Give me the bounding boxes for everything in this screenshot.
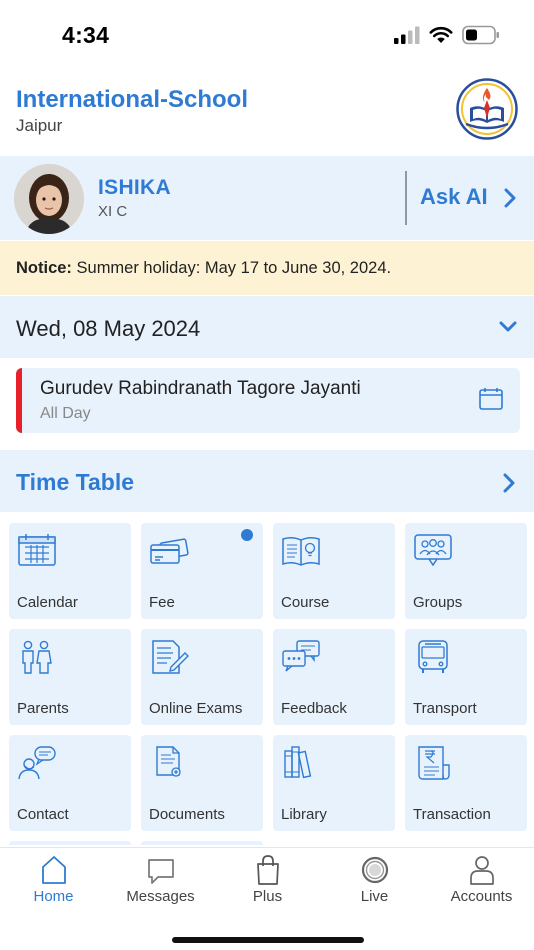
notice-banner: Notice: Summer holiday: May 17 to June 3… [0, 241, 534, 295]
school-header: International-School Jaipur [0, 78, 534, 150]
tile-transaction[interactable]: Transaction [405, 735, 527, 831]
selected-date: Wed, 08 May 2024 [16, 316, 201, 341]
tile-label: Fee [149, 594, 175, 611]
chevron-right-icon[interactable] [503, 187, 517, 209]
fee-cards-icon [150, 538, 189, 564]
tile-label: Transaction [413, 806, 491, 823]
tile-label: Groups [413, 594, 463, 611]
school-logo [456, 78, 518, 140]
tile-label: Feedback [281, 700, 347, 717]
avatar [14, 164, 84, 234]
date-selector[interactable]: Wed, 08 May 2024 [0, 296, 534, 358]
tab-label: Home [33, 888, 74, 905]
profile-divider [405, 171, 407, 225]
tab-label: Accounts [450, 888, 513, 905]
tile-label: Documents [149, 806, 225, 823]
feedback-icon [282, 640, 320, 672]
tile-label: Transport [413, 700, 477, 717]
tile-transport[interactable]: Transport [405, 629, 527, 725]
messages-icon [147, 859, 174, 884]
tile-more[interactable] [9, 841, 131, 845]
chevron-right-icon[interactable] [502, 472, 516, 494]
bottom-tab-bar: Home Messages Plus Live Accounts [0, 847, 534, 950]
event-card[interactable]: Gurudev Rabindranath Tagore Jayanti All … [16, 368, 520, 433]
tile-more[interactable] [141, 841, 263, 845]
status-bar: 4:34 [0, 0, 534, 70]
tile-library[interactable]: Library [273, 735, 395, 831]
parents-icon [22, 640, 52, 674]
account-icon [469, 856, 494, 885]
groups-icon [414, 534, 452, 567]
school-name: International-School [16, 86, 249, 113]
contact-icon [18, 746, 56, 780]
tile-label: Parents [17, 700, 69, 717]
notification-badge [241, 529, 253, 541]
battery-icon [462, 25, 499, 45]
shopping-bag-icon [256, 855, 279, 885]
ask-ai-button[interactable]: Ask AI [420, 184, 488, 210]
timetable-bar[interactable]: Time Table [0, 450, 534, 512]
tab-accounts[interactable]: Accounts [428, 848, 534, 918]
tile-documents[interactable]: Documents [141, 735, 263, 831]
home-icon [41, 856, 66, 884]
notice-prefix: Notice: [16, 259, 72, 277]
transaction-receipt-icon [418, 746, 450, 780]
feature-grid: Calendar Fee Course Groups Parents Onlin… [9, 523, 529, 845]
tile-fee[interactable]: Fee [141, 523, 263, 619]
documents-icon [156, 746, 181, 777]
timetable-title: Time Table [16, 469, 135, 495]
online-exams-icon [152, 640, 189, 674]
student-class: XI C [98, 203, 128, 220]
tile-label: Library [281, 806, 327, 823]
tab-label: Plus [252, 888, 283, 905]
tab-home[interactable]: Home [0, 848, 107, 918]
tile-label: Calendar [17, 594, 78, 611]
chevron-down-icon[interactable] [498, 320, 518, 334]
profile-card[interactable]: ISHIKA XI C Ask AI [0, 156, 534, 240]
tab-plus[interactable]: Plus [214, 848, 321, 918]
tile-groups[interactable]: Groups [405, 523, 527, 619]
tile-course[interactable]: Course [273, 523, 395, 619]
tile-parents[interactable]: Parents [9, 629, 131, 725]
school-city: Jaipur [16, 116, 63, 135]
calendar-event-icon [479, 388, 503, 410]
event-title: Gurudev Rabindranath Tagore Jayanti [40, 378, 361, 399]
tab-label: Live [360, 888, 389, 905]
status-icons [394, 25, 500, 45]
tab-live[interactable]: Live [321, 848, 428, 918]
tab-messages[interactable]: Messages [107, 848, 214, 918]
tile-online-exams[interactable]: Online Exams [141, 629, 263, 725]
wifi-icon [429, 26, 453, 43]
tile-contact[interactable]: Contact [9, 735, 131, 831]
calendar-icon [18, 534, 56, 566]
tile-label: Contact [17, 806, 69, 823]
tile-label: Online Exams [149, 700, 243, 717]
tab-label: Messages [126, 888, 195, 905]
notice-text: Summer holiday: May 17 to June 30, 2024. [71, 259, 392, 277]
course-book-icon [282, 536, 320, 566]
tile-label: Course [281, 594, 330, 611]
home-indicator [172, 937, 364, 943]
bus-icon [418, 640, 448, 673]
tile-calendar[interactable]: Calendar [9, 523, 131, 619]
student-name: ISHIKA [98, 176, 171, 199]
event-time: All Day [40, 405, 91, 422]
live-icon [361, 856, 388, 884]
status-time: 4:34 [62, 22, 110, 48]
library-books-icon [284, 746, 312, 779]
tile-feedback[interactable]: Feedback [273, 629, 395, 725]
cellular-signal-icon [394, 26, 420, 44]
